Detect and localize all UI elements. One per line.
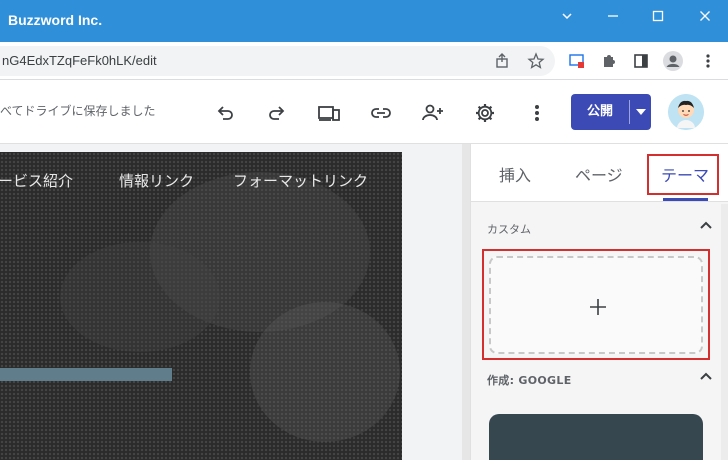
panel-scrollbar[interactable] <box>721 204 728 460</box>
settings-gear-icon[interactable] <box>471 100 499 126</box>
google-section-title: 作成: GOOGLE <box>487 374 572 387</box>
hero-title-bar[interactable] <box>0 368 172 381</box>
hero-texture <box>60 242 220 352</box>
puzzle-icon[interactable] <box>598 51 620 71</box>
custom-section-title: カスタム <box>487 223 531 236</box>
close-icon[interactable] <box>690 6 720 26</box>
publish-button[interactable]: 公開 <box>571 94 651 130</box>
editor-toolbar: べてドライブに保存しました 公開 <box>0 80 728 144</box>
browser-address-bar: nG4EdxTZqFeFk0hLK/edit <box>0 42 728 80</box>
tab-insert[interactable]: 挿入 <box>499 162 531 186</box>
bookmark-star-icon[interactable] <box>525 51 547 71</box>
url-text: nG4EdxTZqFeFk0hLK/edit <box>2 53 157 68</box>
collapse-custom-icon[interactable] <box>697 218 715 232</box>
add-custom-theme-button[interactable] <box>489 256 703 354</box>
canvas-scrollbar[interactable] <box>462 144 470 460</box>
theme-card-google[interactable] <box>489 414 703 460</box>
site-header-hero[interactable]: ービス紹介 情報リンク フォーマットリンク <box>0 152 402 460</box>
redo-icon[interactable] <box>264 100 290 126</box>
publish-label: 公開 <box>586 104 613 119</box>
add-person-icon[interactable] <box>419 100 447 126</box>
browser-menu-icon[interactable] <box>698 51 718 71</box>
undo-icon[interactable] <box>212 100 238 126</box>
window-title: Buzzword Inc. <box>8 12 103 28</box>
window-titlebar: Buzzword Inc. <box>0 0 728 42</box>
more-options-icon[interactable] <box>527 100 547 126</box>
theme-panel: 挿入 ページ テーマ カスタム 作成: GOOGLE <box>470 144 728 460</box>
side-panel-icon[interactable] <box>630 51 652 71</box>
minimize-icon[interactable] <box>598 6 628 26</box>
publish-options-dropdown[interactable] <box>630 94 651 130</box>
tab-pages[interactable]: ページ <box>575 162 623 186</box>
save-status: べてドライブに保存しました <box>0 104 156 118</box>
active-tab-indicator <box>663 198 708 201</box>
nav-link-info[interactable]: 情報リンク <box>119 170 194 191</box>
highlight-box-tab <box>647 154 719 195</box>
extension-screen-icon[interactable] <box>566 51 588 71</box>
collapse-google-icon[interactable] <box>697 369 715 383</box>
profile-icon[interactable] <box>662 50 684 72</box>
chevron-down-icon[interactable] <box>552 6 582 26</box>
maximize-icon[interactable] <box>643 6 673 26</box>
user-avatar[interactable] <box>668 94 704 130</box>
share-icon[interactable] <box>492 51 514 71</box>
plus-icon <box>590 299 606 315</box>
preview-devices-icon[interactable] <box>315 100 343 126</box>
link-icon[interactable] <box>367 100 395 126</box>
hero-texture <box>250 302 400 442</box>
nav-link-service[interactable]: ービス紹介 <box>0 170 73 191</box>
url-field[interactable]: nG4EdxTZqFeFk0hLK/edit <box>0 46 555 76</box>
nav-link-format[interactable]: フォーマットリンク <box>233 170 368 191</box>
